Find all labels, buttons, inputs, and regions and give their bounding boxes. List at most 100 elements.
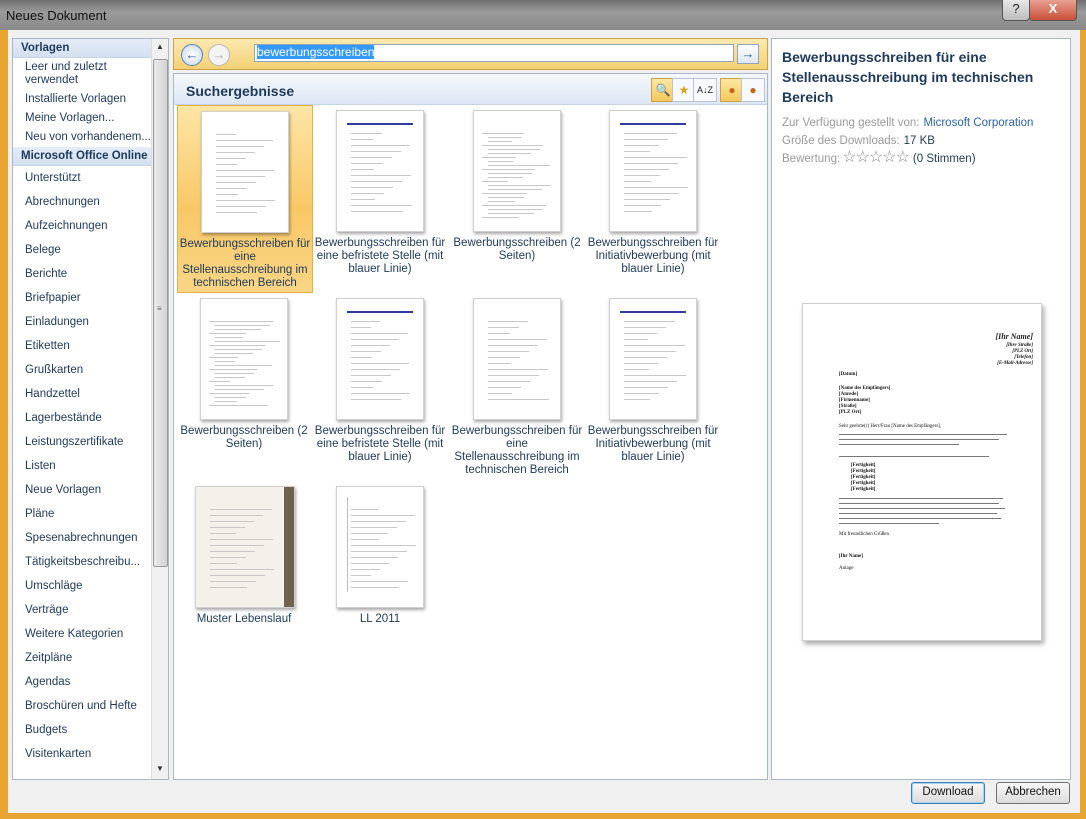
grip-icon: ≡ xyxy=(157,304,162,313)
text-line xyxy=(351,327,371,328)
text-line xyxy=(488,141,512,142)
category-item[interactable]: Leistungszertifikate xyxy=(13,430,151,454)
category-item[interactable]: Weitere Kategorien xyxy=(13,622,151,646)
text-line xyxy=(351,375,391,376)
text-line xyxy=(210,551,255,552)
category-item[interactable]: Installierte Vorlagen xyxy=(13,90,151,109)
template-tile[interactable]: Bewerbungsschreiben für Initiativbewerbu… xyxy=(586,293,720,479)
text-line xyxy=(351,399,401,400)
category-item[interactable]: Einladungen xyxy=(13,310,151,334)
search-go-button[interactable]: → xyxy=(737,44,759,64)
category-item[interactable]: Berichte xyxy=(13,262,151,286)
text-line xyxy=(488,177,523,178)
category-item[interactable]: Leer und zuletzt verwendet xyxy=(13,58,151,90)
category-item[interactable]: Umschläge xyxy=(13,574,151,598)
rating-row: Bewertung: ☆☆☆☆☆ (0 Stimmen) xyxy=(782,149,976,166)
text-line xyxy=(216,200,275,201)
category-item[interactable]: Spesenabrechnungen xyxy=(13,526,151,550)
template-tile[interactable]: Bewerbungsschreiben für eine befristete … xyxy=(313,293,447,479)
text-line xyxy=(488,357,520,358)
template-tile[interactable]: Bewerbungsschreiben (2 Seiten) xyxy=(450,105,584,291)
text-line xyxy=(624,169,669,170)
category-item[interactable]: Abrechnungen xyxy=(13,190,151,214)
template-tile[interactable]: Bewerbungsschreiben für Initiativbewerbu… xyxy=(586,105,720,291)
category-item[interactable]: Neu von vorhandenem... xyxy=(13,128,151,147)
category-item[interactable]: Broschüren und Hefte xyxy=(13,694,151,718)
category-item[interactable]: Lagerbestände xyxy=(13,406,151,430)
text-line xyxy=(488,161,513,162)
category-item[interactable]: Meine Vorlagen... xyxy=(13,109,151,128)
help-button[interactable]: ? xyxy=(1002,0,1030,21)
template-label: Bewerbungsschreiben für eine befristete … xyxy=(314,425,446,463)
template-tile[interactable]: Bewerbungsschreiben für eine Stellenauss… xyxy=(450,293,584,479)
text-line xyxy=(482,169,535,170)
category-item[interactable]: Aufzeichnungen xyxy=(13,214,151,238)
search-input[interactable]: bewerbungsschreiben xyxy=(254,44,734,62)
category-item[interactable]: Zeitpläne xyxy=(13,646,151,670)
text-line xyxy=(209,369,257,370)
category-scrollbar[interactable]: ▲ ≡ ▼ xyxy=(151,39,168,779)
text-line xyxy=(624,199,670,200)
template-thumbnail xyxy=(336,298,424,420)
dialog-body: Vorlagen Leer und zuletzt verwendet Insta… xyxy=(8,30,1080,813)
template-tile[interactable]: Bewerbungsschreiben für eine Stellenauss… xyxy=(177,105,313,293)
template-tile[interactable]: Muster Lebenslauf xyxy=(177,481,311,667)
category-item[interactable]: Verträge xyxy=(13,598,151,622)
dialog-window: Neues Dokument ? X Vorlagen Leer und zul… xyxy=(0,0,1086,819)
back-button[interactable]: ← xyxy=(181,44,203,66)
category-item[interactable]: Unterstützt xyxy=(13,166,151,190)
text-line xyxy=(216,188,247,189)
text-line xyxy=(488,209,543,210)
template-tile[interactable]: Bewerbungsschreiben (2 Seiten) xyxy=(177,293,311,479)
category-item[interactable]: Agendas xyxy=(13,670,151,694)
category-item[interactable]: Budgets xyxy=(13,718,151,742)
category-item[interactable]: Visitenkarten xyxy=(13,742,151,766)
text-line xyxy=(488,339,547,340)
person-remove-button[interactable]: ● xyxy=(741,78,765,102)
text-line xyxy=(624,187,688,188)
text-line xyxy=(624,193,679,194)
text-line xyxy=(482,193,527,194)
scroll-down-icon[interactable]: ▼ xyxy=(152,761,168,777)
arrow-right-icon: → xyxy=(212,47,226,62)
scroll-thumb[interactable]: ≡ xyxy=(153,59,168,567)
title-bar[interactable]: Neues Dokument ? X xyxy=(0,0,1086,30)
text-line xyxy=(215,397,246,398)
category-item[interactable]: Etiketten xyxy=(13,334,151,358)
category-item[interactable]: Grußkarten xyxy=(13,358,151,382)
template-thumbnail xyxy=(336,110,424,232)
templates-header[interactable]: Vorlagen xyxy=(13,39,151,58)
cancel-button[interactable]: Abbrechen xyxy=(996,782,1070,804)
forward-button[interactable]: → xyxy=(208,44,230,66)
text-line xyxy=(351,521,406,522)
text-line xyxy=(624,339,648,340)
close-button[interactable]: X xyxy=(1029,0,1077,21)
template-tile[interactable]: Bewerbungsschreiben für eine befristete … xyxy=(313,105,447,291)
download-button[interactable]: Download xyxy=(911,782,985,804)
text-line xyxy=(488,369,548,370)
text-line xyxy=(482,133,524,134)
template-label: Muster Lebenslauf xyxy=(196,613,292,625)
text-line xyxy=(351,539,379,540)
category-item[interactable]: Listen xyxy=(13,454,151,478)
text-line xyxy=(624,205,661,206)
text-line xyxy=(216,140,273,141)
category-item[interactable]: Tätigkeitsbeschreibu... xyxy=(13,550,151,574)
scroll-up-icon[interactable]: ▲ xyxy=(152,39,168,55)
template-label: Bewerbungsschreiben für eine Stellenauss… xyxy=(179,238,311,289)
provider-link[interactable]: Microsoft Corporation xyxy=(923,117,1033,129)
category-item[interactable]: Belege xyxy=(13,238,151,262)
category-item[interactable]: Neue Vorlagen xyxy=(13,478,151,502)
text-line xyxy=(215,329,261,330)
category-item[interactable]: Handzettel xyxy=(13,382,151,406)
template-tile[interactable]: LL 2011 xyxy=(313,481,447,667)
category-item[interactable]: Briefpapier xyxy=(13,286,151,310)
rating-stars-icon[interactable]: ☆☆☆☆☆ xyxy=(842,149,910,166)
text-line xyxy=(216,176,265,177)
office-online-header[interactable]: Microsoft Office Online xyxy=(13,147,151,166)
text-line xyxy=(624,327,666,328)
az-sort-button[interactable]: A↓Z xyxy=(693,78,717,102)
zoom-icon: 🔍 xyxy=(655,83,671,97)
category-list: Vorlagen Leer und zuletzt verwendet Insta… xyxy=(13,39,151,766)
category-item[interactable]: Pläne xyxy=(13,502,151,526)
